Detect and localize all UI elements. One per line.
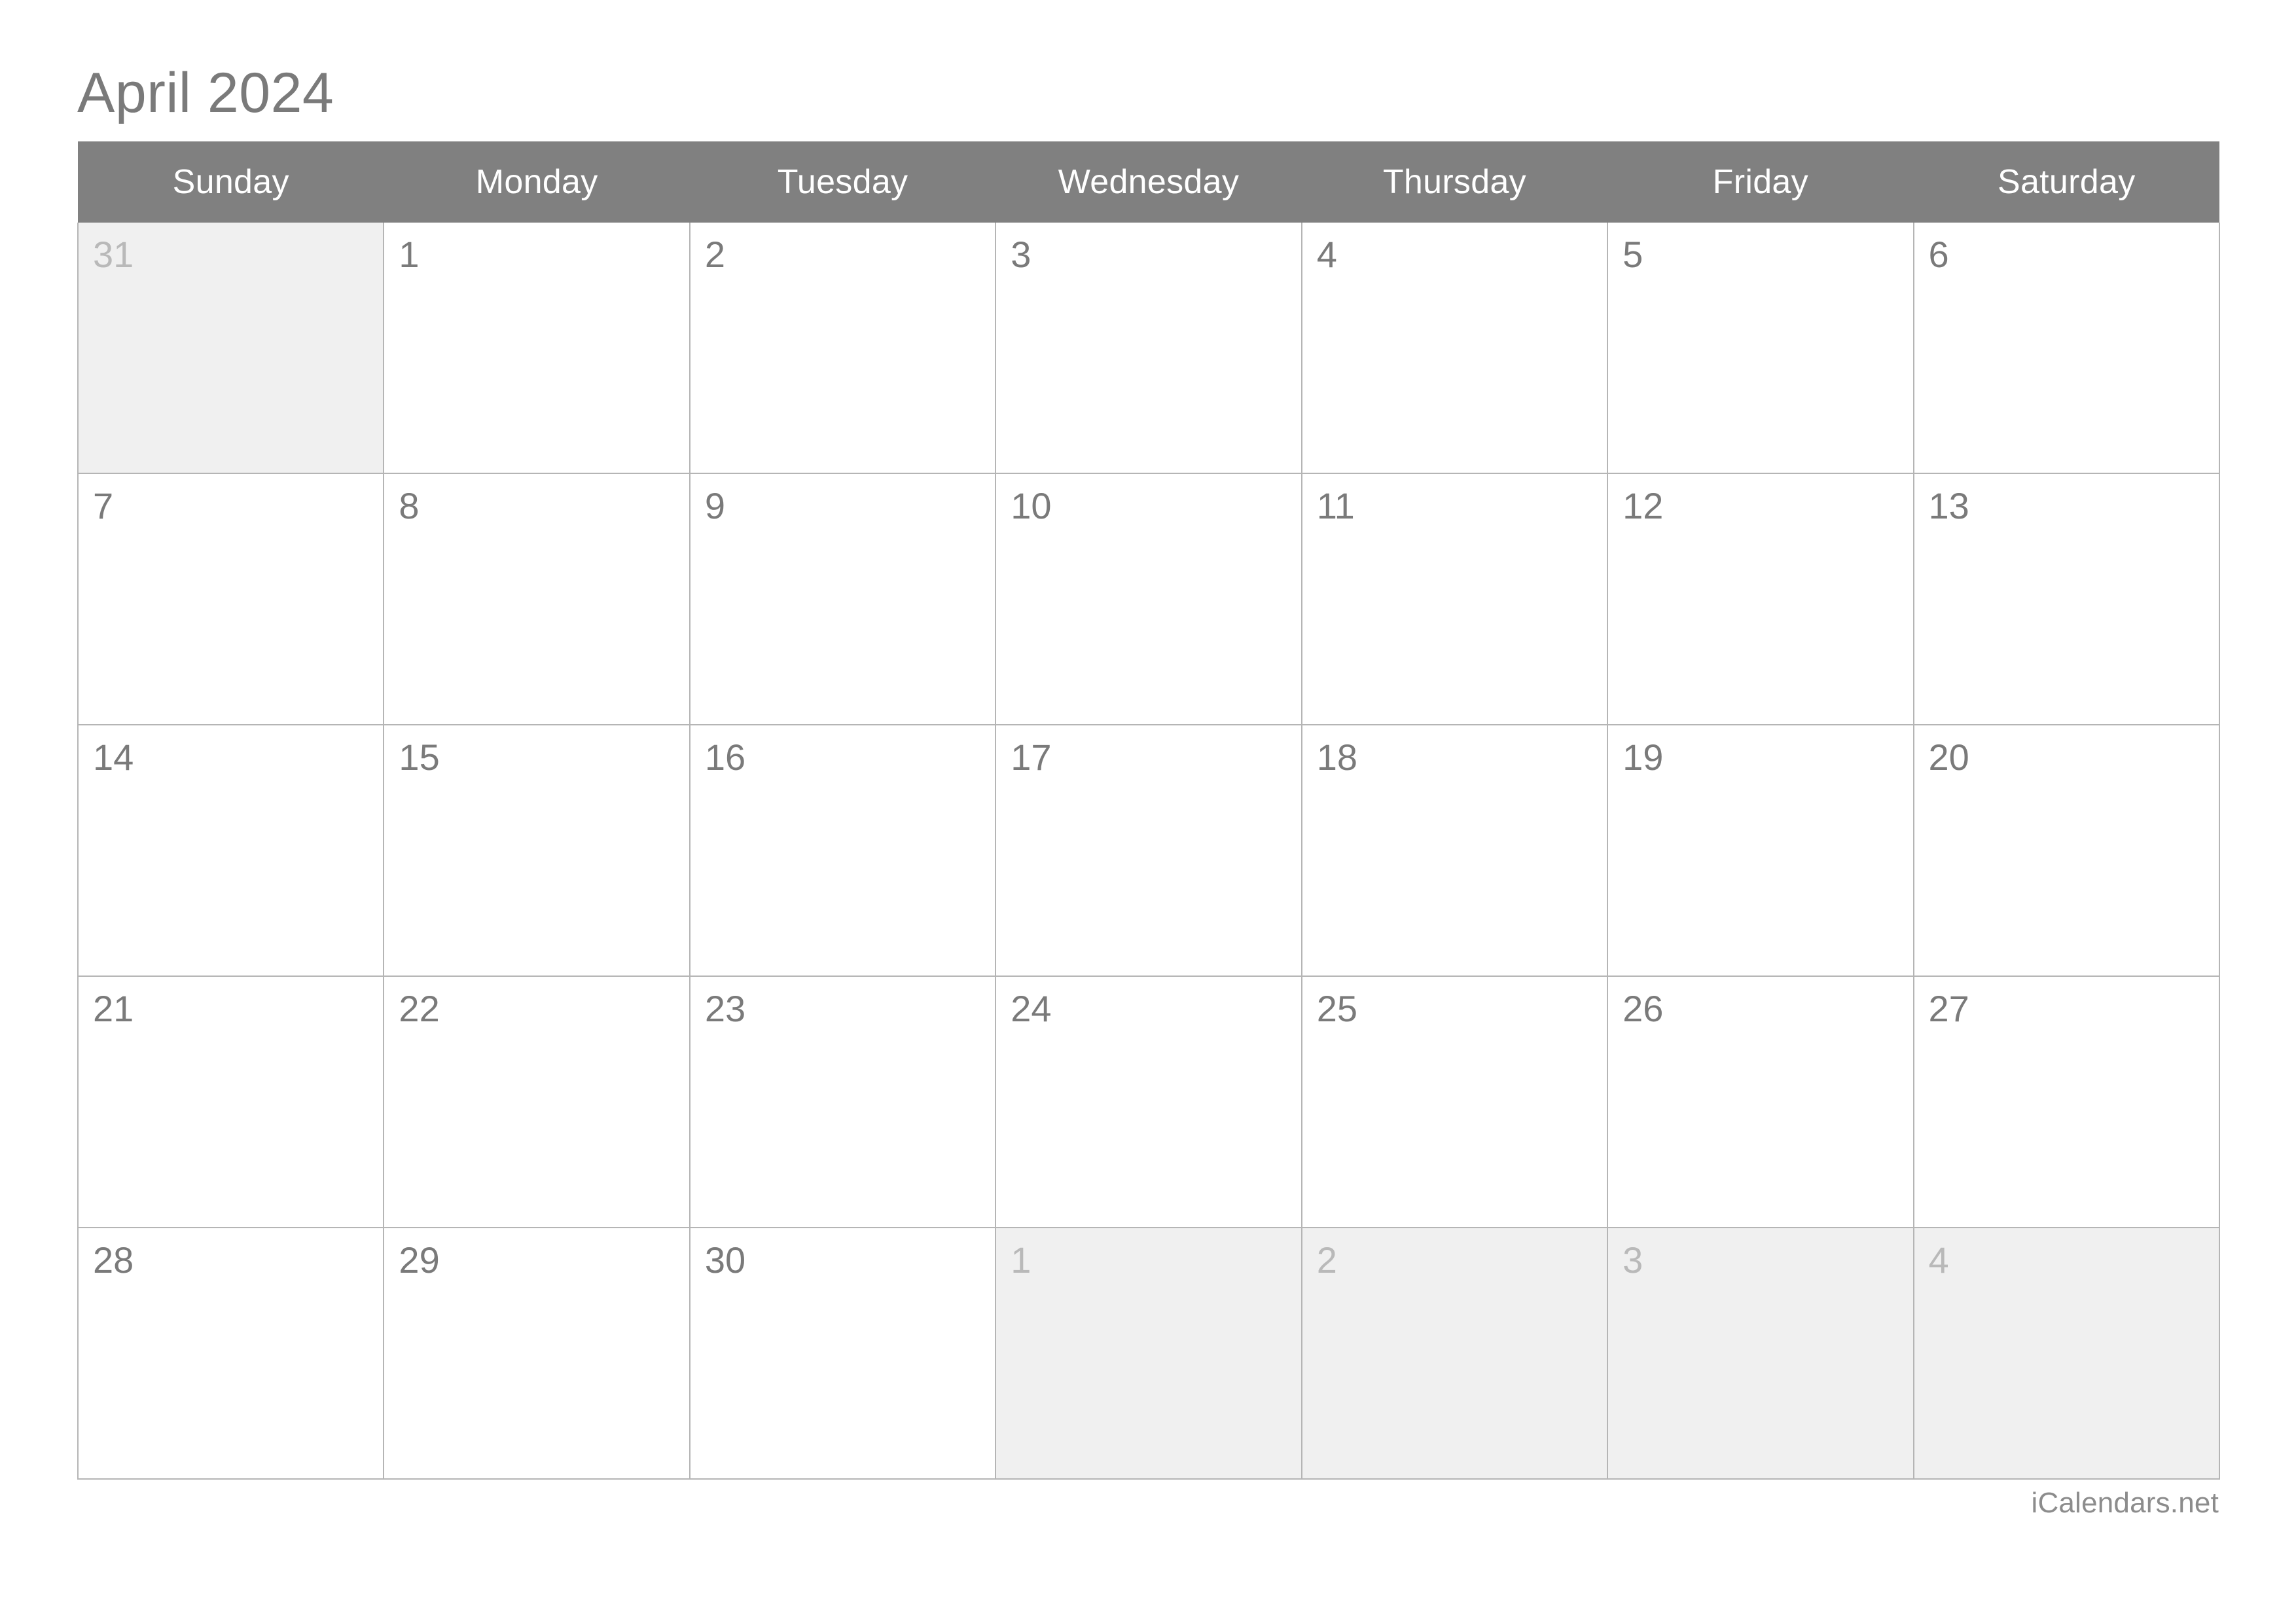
day-number: 28 [93,1239,134,1281]
calendar-body: 31 1 2 3 4 5 6 7 8 9 10 11 12 13 14 15 1… [77,223,2220,1480]
day-number: 2 [1316,1239,1337,1281]
day-number: 1 [1011,1239,1031,1281]
weekday-header-saturday: Saturday [1913,141,2219,223]
site-watermark: iCalendars.net [2031,1487,2219,1519]
day-cell[interactable]: 13 [1912,473,2220,725]
weekday-header-row-group: Sunday Monday Tuesday Wednesday Thursday… [78,141,2219,223]
weekday-header-monday: Monday [384,141,690,223]
day-number: 11 [1316,485,1355,526]
day-number: 26 [1623,988,1664,1029]
day-number: 1 [399,234,420,275]
day-number: 18 [1316,737,1357,778]
weekday-header-row: Sunday Monday Tuesday Wednesday Thursday… [78,141,2219,223]
calendar-week-row: 31 1 2 3 4 5 6 [77,223,2220,474]
day-number: 24 [1011,988,1052,1029]
day-cell[interactable]: 3 [995,223,1302,474]
day-number: 2 [704,234,725,275]
day-cell[interactable]: 15 [383,724,691,977]
day-number: 14 [93,737,134,778]
day-cell[interactable]: 19 [1607,724,1914,977]
day-cell[interactable]: 21 [77,976,385,1228]
day-number: 6 [1928,234,1949,275]
day-number: 23 [704,988,746,1029]
day-cell[interactable]: 5 [1607,223,1914,474]
day-number: 4 [1316,234,1337,275]
day-cell[interactable]: 1 [383,223,691,474]
day-cell[interactable]: 18 [1300,724,1609,977]
month-calendar-table: Sunday Monday Tuesday Wednesday Thursday… [77,141,2220,1480]
day-cell[interactable]: 8 [383,473,691,725]
day-cell[interactable]: 9 [689,473,997,725]
day-cell[interactable]: 29 [383,1227,691,1480]
day-number: 4 [1928,1239,1949,1281]
day-number: 8 [399,485,420,526]
calendar-page: April 2024 Sunday Monday Tuesday Wednesd… [0,0,2296,1623]
weekday-header-sunday: Sunday [78,141,384,223]
day-cell[interactable]: 20 [1912,724,2220,977]
day-cell[interactable]: 11 [1300,473,1609,725]
day-cell[interactable]: 2 [689,223,997,474]
day-cell[interactable]: 4 [1912,1227,2220,1480]
day-cell[interactable]: 10 [995,473,1302,725]
day-number: 12 [1623,485,1664,526]
page-title: April 2024 [77,62,334,124]
day-number: 16 [704,737,746,778]
day-cell[interactable]: 3 [1607,1227,1914,1480]
day-cell[interactable]: 25 [1300,976,1609,1228]
calendar-week-row: 7 8 9 10 11 12 13 [77,473,2220,725]
day-cell[interactable]: 28 [77,1227,385,1480]
day-cell[interactable]: 12 [1607,473,1914,725]
day-number: 22 [399,988,440,1029]
day-number: 19 [1623,737,1664,778]
day-number: 17 [1011,737,1052,778]
day-number: 9 [704,485,725,526]
day-number: 3 [1011,234,1031,275]
day-cell[interactable]: 22 [383,976,691,1228]
weekday-header-wednesday: Wednesday [996,141,1302,223]
day-cell[interactable]: 24 [995,976,1302,1228]
weekday-header-friday: Friday [1607,141,1914,223]
day-cell[interactable]: 14 [77,724,385,977]
day-number: 3 [1623,1239,1643,1281]
weekday-header-tuesday: Tuesday [689,141,996,223]
day-cell[interactable]: 6 [1912,223,2220,474]
day-number: 21 [93,988,134,1029]
day-cell[interactable]: 7 [77,473,385,725]
day-cell[interactable]: 4 [1300,223,1609,474]
calendar-week-row: 21 22 23 24 25 26 27 [77,976,2220,1228]
calendar-week-row: 14 15 16 17 18 19 20 [77,724,2220,977]
day-cell[interactable]: 31 [77,223,385,474]
day-cell[interactable]: 27 [1912,976,2220,1228]
day-number: 7 [93,485,114,526]
day-cell[interactable]: 30 [689,1227,997,1480]
day-cell[interactable]: 1 [995,1227,1302,1480]
day-number: 10 [1011,485,1052,526]
day-number: 15 [399,737,440,778]
calendar-week-row: 28 29 30 1 2 3 4 [77,1227,2220,1480]
day-cell[interactable]: 23 [689,976,997,1228]
day-cell[interactable]: 17 [995,724,1302,977]
day-number: 27 [1928,988,1969,1029]
day-number: 29 [399,1239,440,1281]
day-number: 20 [1928,737,1969,778]
day-cell[interactable]: 2 [1300,1227,1609,1480]
day-number: 25 [1316,988,1357,1029]
day-cell[interactable]: 16 [689,724,997,977]
day-number: 31 [93,234,134,275]
day-number: 13 [1928,485,1969,526]
day-cell[interactable]: 26 [1607,976,1914,1228]
day-number: 30 [704,1239,746,1281]
day-number: 5 [1623,234,1643,275]
weekday-header-thursday: Thursday [1301,141,1608,223]
